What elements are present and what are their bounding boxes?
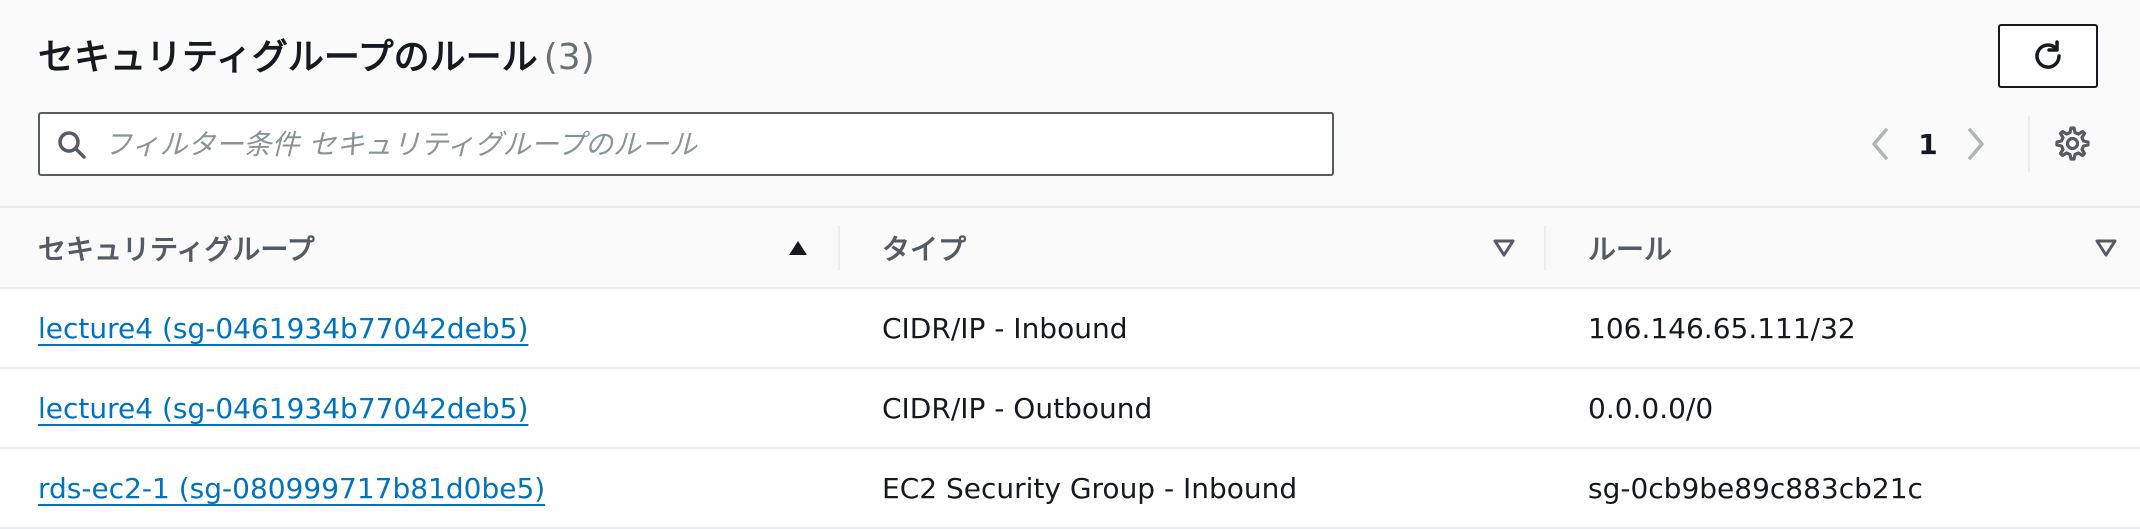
title-text: セキュリティグループのルール [38, 37, 538, 78]
table-header-row: セキュリティグループ タイプ ルール [0, 208, 2140, 289]
sort-descending-icon[interactable] [2094, 236, 2118, 260]
rules-table: セキュリティグループ タイプ ルール lecture4 (sg-0461934b… [0, 208, 2140, 529]
cell-rule: 106.146.65.111/32 [1546, 288, 2140, 369]
column-header-security-group[interactable]: セキュリティグループ [0, 208, 840, 289]
cell-security-group: lecture4 (sg-0461934b77042deb5) [0, 368, 840, 449]
page-title: セキュリティグループのルール (3) [38, 28, 595, 80]
refresh-button[interactable] [1998, 24, 2098, 88]
column-header-rule[interactable]: ルール [1546, 208, 2140, 289]
column-header-label: ルール [1588, 232, 1673, 266]
cell-rule: sg-0cb9be89c883cb21c [1546, 448, 2140, 529]
cell-security-group: lecture4 (sg-0461934b77042deb5) [0, 288, 840, 369]
preferences-button[interactable] [2048, 120, 2096, 168]
table-row: lecture4 (sg-0461934b77042deb5) CIDR/IP … [0, 288, 2140, 369]
refresh-icon [2035, 40, 2061, 69]
sort-descending-icon[interactable] [1492, 236, 1516, 260]
table-row: lecture4 (sg-0461934b77042deb5) CIDR/IP … [0, 368, 2140, 449]
settings-gear-icon [2055, 126, 2090, 161]
table-row: rds-ec2-1 (sg-080999717b81d0be5) EC2 Sec… [0, 448, 2140, 529]
current-page-number[interactable]: 1 [1900, 128, 1956, 161]
search-icon [58, 131, 86, 159]
rule-count: (3) [543, 37, 595, 78]
sort-ascending-icon[interactable] [786, 236, 810, 260]
cell-security-group: rds-ec2-1 (sg-080999717b81d0be5) [0, 448, 840, 529]
column-header-label: タイプ [882, 232, 967, 266]
next-page-button[interactable] [1956, 120, 1996, 168]
pagination-divider [2028, 116, 2030, 172]
cell-type: EC2 Security Group - Inbound [840, 448, 1546, 529]
chevron-left-icon [1872, 128, 1888, 160]
filter-search-box[interactable] [38, 112, 1334, 176]
chevron-right-icon [1968, 128, 1984, 160]
security-group-link[interactable]: rds-ec2-1 (sg-080999717b81d0be5) [38, 472, 545, 505]
panel-header: セキュリティグループのルール(3) 1 [0, 0, 2140, 208]
security-group-rules-panel: セキュリティグループのルール(3) 1 [0, 0, 2140, 529]
cell-type: CIDR/IP - Outbound [840, 368, 1546, 449]
security-group-link[interactable]: lecture4 (sg-0461934b77042deb5) [38, 312, 528, 345]
column-header-type[interactable]: タイプ [840, 208, 1546, 289]
column-header-label: セキュリティグループ [38, 232, 315, 266]
pagination: 1 [1860, 120, 1996, 168]
cell-rule: 0.0.0.0/0 [1546, 368, 2140, 449]
previous-page-button[interactable] [1860, 120, 1900, 168]
security-group-link[interactable]: lecture4 (sg-0461934b77042deb5) [38, 392, 528, 425]
filter-search-input[interactable] [104, 116, 1324, 172]
cell-type: CIDR/IP - Inbound [840, 288, 1546, 369]
